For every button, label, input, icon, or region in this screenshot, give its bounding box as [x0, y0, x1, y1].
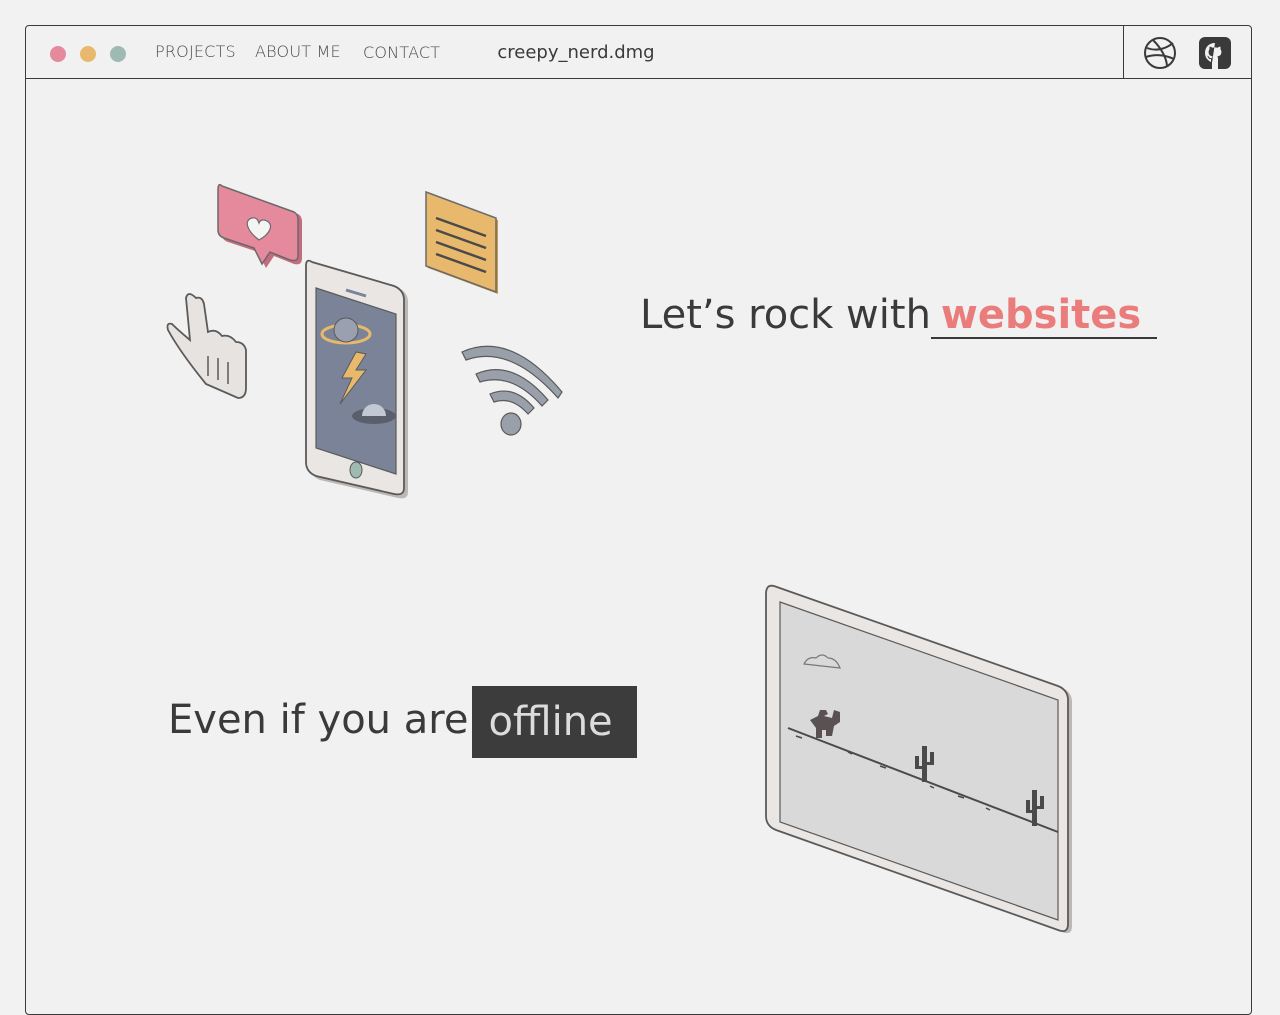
- isometric-tablet-dino-game-illustration: [760, 580, 1080, 940]
- dribbble-icon[interactable]: [1143, 36, 1177, 70]
- isometric-phone-illustration: [160, 180, 580, 510]
- github-icon[interactable]: [1198, 36, 1232, 70]
- hero-typed-word: websites: [930, 293, 1158, 339]
- offline-prefix: Even if you are: [168, 697, 469, 743]
- wifi-icon: [461, 345, 563, 436]
- offline-highlight: offline: [472, 686, 637, 758]
- note-card-icon: [425, 190, 498, 294]
- window-title: creepy_nerd.dmg: [497, 42, 655, 63]
- smartphone-icon: [305, 259, 408, 499]
- hand-cursor-icon: [166, 293, 247, 399]
- social-links: [1123, 26, 1251, 78]
- hero-headline: Let’s rock with websites: [640, 292, 1158, 339]
- offline-headline: Even if you are offline: [168, 686, 637, 758]
- heart-bubble-icon: [217, 183, 302, 268]
- title-bar: PROJECTS ABOUT ME CONTACT creepy_nerd.dm…: [26, 26, 1251, 79]
- hero-prefix: Let’s rock with: [640, 292, 931, 338]
